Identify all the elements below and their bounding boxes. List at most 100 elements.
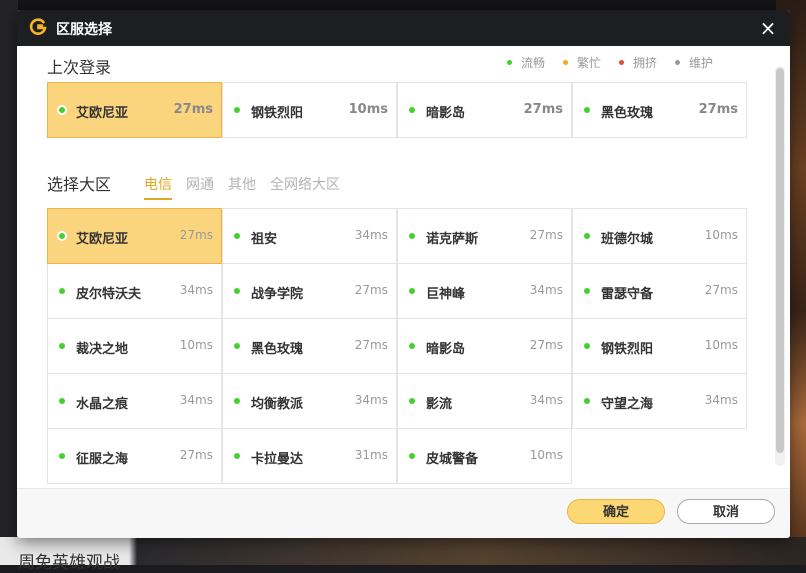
- tab-network[interactable]: 电信: [144, 174, 172, 200]
- server-ping: 27ms: [354, 283, 388, 297]
- server-name: 征服之海: [76, 452, 129, 467]
- vertical-scrollbar[interactable]: [775, 66, 785, 466]
- status-dot-icon: [234, 107, 240, 113]
- status-dot-icon: [59, 453, 65, 459]
- server-select-dialog: 区服选择 × 上次登录 流畅 繁忙 拥挤 维护 艾欧尼亚 27ms 钢铁烈阳 10ms 暗影岛…: [17, 10, 790, 538]
- server-name: 暗影岛: [426, 106, 466, 121]
- tab-network[interactable]: 全网络大区: [270, 174, 340, 200]
- scrollbar-thumb[interactable]: [776, 68, 784, 453]
- background-app-bottom: [0, 537, 806, 565]
- server-ping: 34ms: [704, 393, 738, 407]
- server-ping: 34ms: [179, 393, 213, 407]
- status-dot-icon: [619, 60, 625, 65]
- server-name: 卡拉曼达: [251, 452, 304, 467]
- status-dot-icon: [507, 60, 512, 65]
- tab-network[interactable]: 网通: [186, 174, 214, 200]
- server-ping: 34ms: [179, 283, 213, 297]
- region-server-grid: 艾欧尼亚 27ms 祖安 34ms 诺克萨斯 27ms 班德尔城 10ms 皮尔特沃夫 34ms 战…: [47, 208, 747, 484]
- server-cell[interactable]: 皮城警备 10ms: [397, 428, 572, 484]
- region-select-title: 选择大区: [47, 175, 112, 194]
- server-ping: 27ms: [179, 448, 213, 462]
- server-ping: 34ms: [354, 393, 388, 407]
- server-cell[interactable]: 征服之海 27ms: [47, 428, 222, 484]
- server-cell[interactable]: 巨神峰 34ms: [397, 263, 572, 319]
- status-dot-icon: [409, 398, 415, 404]
- server-ping: 10ms: [179, 338, 213, 352]
- legend-item: 维护: [675, 54, 713, 71]
- status-dot-icon: [59, 398, 65, 404]
- server-cell[interactable]: 水晶之痕 34ms: [47, 373, 222, 429]
- app-logo-icon: [28, 17, 48, 37]
- status-dot-icon: [234, 343, 240, 349]
- server-ping: 27ms: [179, 228, 213, 242]
- status-dot-icon: [584, 398, 590, 404]
- server-name: 黑色玫瑰: [251, 342, 304, 357]
- server-cell[interactable]: 钢铁烈阳 10ms: [572, 318, 747, 374]
- server-cell[interactable]: 暗影岛 27ms: [397, 82, 572, 138]
- server-name: 艾欧尼亚: [76, 232, 129, 247]
- legend-item: 繁忙: [563, 54, 601, 71]
- confirm-button[interactable]: 确定: [567, 499, 665, 524]
- status-dot-icon: [409, 343, 415, 349]
- status-dot-icon: [234, 233, 240, 239]
- server-name: 守望之海: [601, 397, 654, 412]
- legend-label: 流畅: [521, 56, 546, 70]
- server-name: 水晶之痕: [76, 397, 129, 412]
- background-bottom-text: 周免英雄观战: [18, 553, 120, 573]
- status-dot-icon: [584, 233, 590, 239]
- server-ping: 27ms: [698, 102, 738, 117]
- status-dot-icon: [409, 288, 415, 294]
- server-ping: 27ms: [704, 283, 738, 297]
- status-dot-icon: [59, 233, 65, 239]
- server-name: 黑色玫瑰: [601, 106, 654, 121]
- server-name: 诺克萨斯: [426, 232, 479, 247]
- server-ping: 27ms: [173, 102, 213, 117]
- last-login-grid: 艾欧尼亚 27ms 钢铁烈阳 10ms 暗影岛 27ms 黑色玫瑰 27ms: [47, 82, 747, 138]
- close-icon[interactable]: ×: [756, 16, 780, 40]
- status-dot-icon: [234, 453, 240, 459]
- server-ping: 10ms: [529, 448, 563, 462]
- status-dot-icon: [675, 60, 681, 65]
- server-ping: 34ms: [354, 228, 388, 242]
- server-cell[interactable]: 均衡教派 34ms: [222, 373, 397, 429]
- server-name: 暗影岛: [426, 342, 466, 357]
- server-cell[interactable]: 艾欧尼亚 27ms: [47, 208, 222, 264]
- status-dot-icon: [409, 453, 415, 459]
- status-dot-icon: [59, 288, 65, 294]
- server-cell[interactable]: 诺克萨斯 27ms: [397, 208, 572, 264]
- server-cell[interactable]: 卡拉曼达 31ms: [222, 428, 397, 484]
- server-ping: 31ms: [354, 448, 388, 462]
- dialog-footer: 确定 取消: [17, 488, 790, 538]
- server-cell[interactable]: 皮尔特沃夫 34ms: [47, 263, 222, 319]
- status-dot-icon: [563, 60, 569, 65]
- server-cell[interactable]: 黑色玫瑰 27ms: [222, 318, 397, 374]
- server-cell[interactable]: 黑色玫瑰 27ms: [572, 82, 747, 138]
- server-name: 影流: [426, 397, 453, 412]
- status-dot-icon: [584, 343, 590, 349]
- server-cell[interactable]: 暗影岛 27ms: [397, 318, 572, 374]
- dialog-content: 上次登录 流畅 繁忙 拥挤 维护 艾欧尼亚 27ms 钢铁烈阳 10ms 暗影岛 27ms 黑色玫…: [17, 46, 790, 488]
- last-login-title: 上次登录: [47, 58, 112, 77]
- server-cell[interactable]: 艾欧尼亚 27ms: [47, 82, 222, 138]
- server-name: 艾欧尼亚: [76, 106, 129, 121]
- server-cell[interactable]: 班德尔城 10ms: [572, 208, 747, 264]
- server-cell[interactable]: 钢铁烈阳 10ms: [222, 82, 397, 138]
- server-cell[interactable]: 雷瑟守备 27ms: [572, 263, 747, 319]
- cancel-button[interactable]: 取消: [677, 499, 775, 524]
- server-ping: 27ms: [354, 338, 388, 352]
- server-ping: 10ms: [348, 102, 388, 117]
- server-ping: 10ms: [704, 338, 738, 352]
- legend-label: 拥挤: [633, 56, 658, 70]
- server-cell[interactable]: 裁决之地 10ms: [47, 318, 222, 374]
- tab-network[interactable]: 其他: [228, 174, 256, 200]
- legend-item: 拥挤: [619, 54, 657, 71]
- status-dot-icon: [234, 288, 240, 294]
- server-name: 雷瑟守备: [601, 287, 654, 302]
- status-dot-icon: [234, 398, 240, 404]
- server-cell[interactable]: 影流 34ms: [397, 373, 572, 429]
- status-dot-icon: [59, 343, 65, 349]
- server-cell[interactable]: 守望之海 34ms: [572, 373, 747, 429]
- server-cell[interactable]: 祖安 34ms: [222, 208, 397, 264]
- server-cell[interactable]: 战争学院 27ms: [222, 263, 397, 319]
- server-ping: 34ms: [529, 283, 563, 297]
